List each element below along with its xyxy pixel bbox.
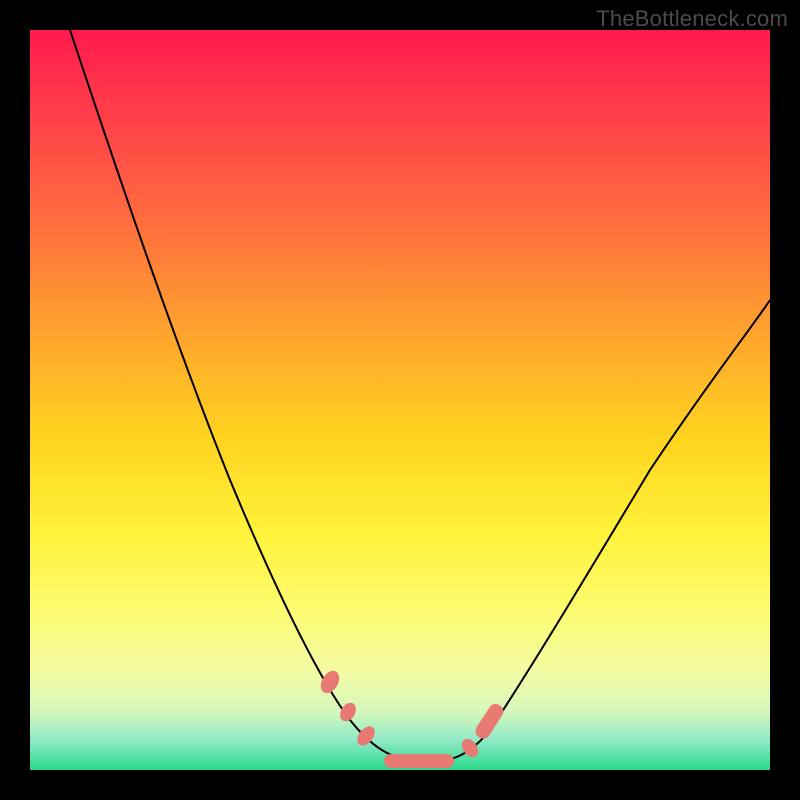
marker-2 (337, 700, 359, 724)
marker-1 (317, 668, 343, 697)
curve-markers (317, 668, 506, 768)
bottleneck-curve-svg (30, 30, 770, 770)
marker-6-bar (473, 701, 506, 741)
marker-4-bar (384, 754, 454, 768)
plot-area (30, 30, 770, 770)
chart-frame: TheBottleneck.com (0, 0, 800, 800)
marker-5 (459, 736, 482, 760)
bottleneck-curve (70, 30, 770, 762)
attribution-label: TheBottleneck.com (596, 6, 788, 32)
